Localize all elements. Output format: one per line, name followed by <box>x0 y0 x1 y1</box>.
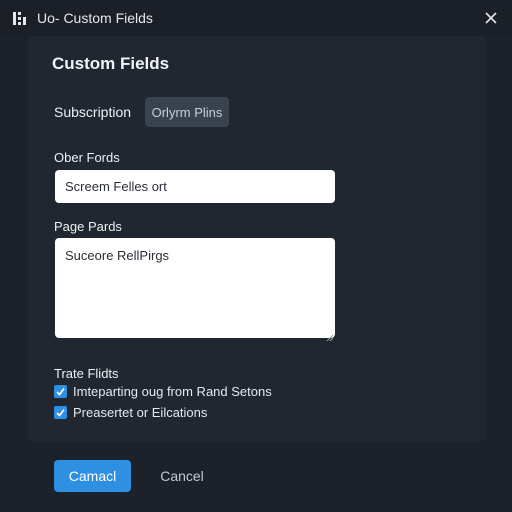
close-button[interactable] <box>480 7 502 29</box>
grid-app-icon <box>13 12 26 25</box>
check-icon <box>56 388 65 396</box>
close-icon <box>485 12 497 24</box>
other-fields-label: Ober Fords <box>54 150 120 165</box>
check-icon <box>56 409 65 417</box>
other-fields-input[interactable]: Screem Felles ort <box>55 170 335 203</box>
primary-button[interactable]: Camacl <box>54 460 131 492</box>
resize-grip-icon[interactable] <box>326 329 334 342</box>
tab-orlyrm-plins[interactable]: Orlyrm Plins <box>145 97 229 127</box>
option-checkbox-row[interactable]: Imteparting oug from Rand Setons <box>54 384 272 399</box>
checkbox-checked[interactable] <box>54 385 67 398</box>
state-fields-label: Trate Flidts <box>54 366 119 381</box>
option-label: Preasertet or Eilcations <box>73 405 208 420</box>
option-label: Imteparting oug from Rand Setons <box>73 384 272 399</box>
dialog-window: Uo- Custom Fields Custom Fields Subscrip… <box>0 0 512 512</box>
other-fields-value: Screem Felles ort <box>65 179 167 194</box>
page-fields-textarea[interactable]: Suceore RellPirgs <box>55 238 335 342</box>
page-fields-label: Page Pards <box>54 219 122 234</box>
cancel-button[interactable]: Cancel <box>152 460 212 492</box>
title-bar: Uo- Custom Fields <box>0 0 512 36</box>
page-fields-value: Suceore RellPirgs <box>65 248 170 263</box>
dialog-title: Custom Fields <box>52 54 170 73</box>
option-checkbox-row[interactable]: Preasertet or Eilcations <box>54 405 207 420</box>
checkbox-checked[interactable] <box>54 406 67 419</box>
window-title: Uo- Custom Fields <box>37 10 153 26</box>
tab-subscription[interactable]: Subscription <box>54 104 131 120</box>
